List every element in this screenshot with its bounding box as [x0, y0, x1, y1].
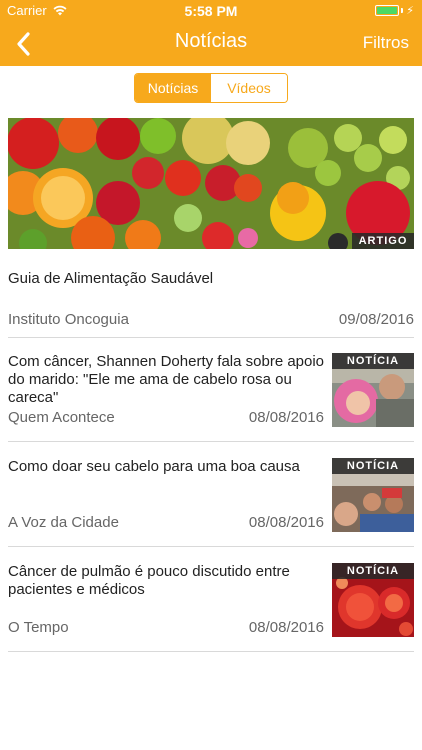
- fruit-vegetables-image: [8, 118, 414, 249]
- news-thumbnail: NOTÍCIA: [332, 353, 414, 427]
- tab-noticias[interactable]: Notícias: [135, 74, 211, 102]
- news-title: Com câncer, Shannen Doherty fala sobre a…: [8, 353, 325, 406]
- news-date: 08/08/2016: [248, 619, 324, 636]
- battery-icon: ⚡: [375, 4, 414, 17]
- status-bar: Carrier 5:58 PM ⚡: [0, 0, 422, 22]
- news-date: 08/08/2016: [248, 409, 324, 426]
- news-type-badge: NOTÍCIA: [332, 563, 414, 579]
- news-thumbnail: NOTÍCIA: [332, 458, 414, 532]
- news-type-badge: NOTÍCIA: [332, 458, 414, 474]
- news-source: O Tempo: [8, 619, 69, 636]
- filter-button[interactable]: Filtros: [363, 33, 409, 53]
- news-source: Quem Acontece: [8, 409, 115, 426]
- status-time: 5:58 PM: [184, 3, 238, 19]
- divider: [8, 546, 414, 547]
- nav-bar: Notícias Filtros: [0, 22, 422, 66]
- tab-videos[interactable]: Vídeos: [211, 74, 287, 102]
- divider: [8, 441, 414, 442]
- news-date: 08/08/2016: [248, 514, 324, 531]
- featured-article-date: 09/08/2016: [338, 311, 414, 328]
- featured-article-title[interactable]: Guia de Alimentação Saudável: [8, 270, 213, 287]
- charging-bolt-icon: ⚡: [406, 5, 414, 17]
- divider: [8, 337, 414, 338]
- news-title: Como doar seu cabelo para uma boa causa: [8, 458, 300, 475]
- divider: [8, 651, 414, 652]
- news-source: A Voz da Cidade: [8, 514, 119, 531]
- news-thumbnail: NOTÍCIA: [332, 563, 414, 637]
- article-type-badge: ARTIGO: [352, 233, 414, 249]
- news-type-badge: NOTÍCIA: [332, 353, 414, 369]
- content-type-segmented-control: Notícias Vídeos: [134, 73, 288, 103]
- featured-article-image[interactable]: ARTIGO: [8, 118, 414, 249]
- page-title: Notícias: [174, 30, 248, 52]
- news-title: Câncer de pulmão é pouco discutido entre…: [8, 563, 290, 598]
- featured-article-source: Instituto Oncoguia: [8, 311, 129, 328]
